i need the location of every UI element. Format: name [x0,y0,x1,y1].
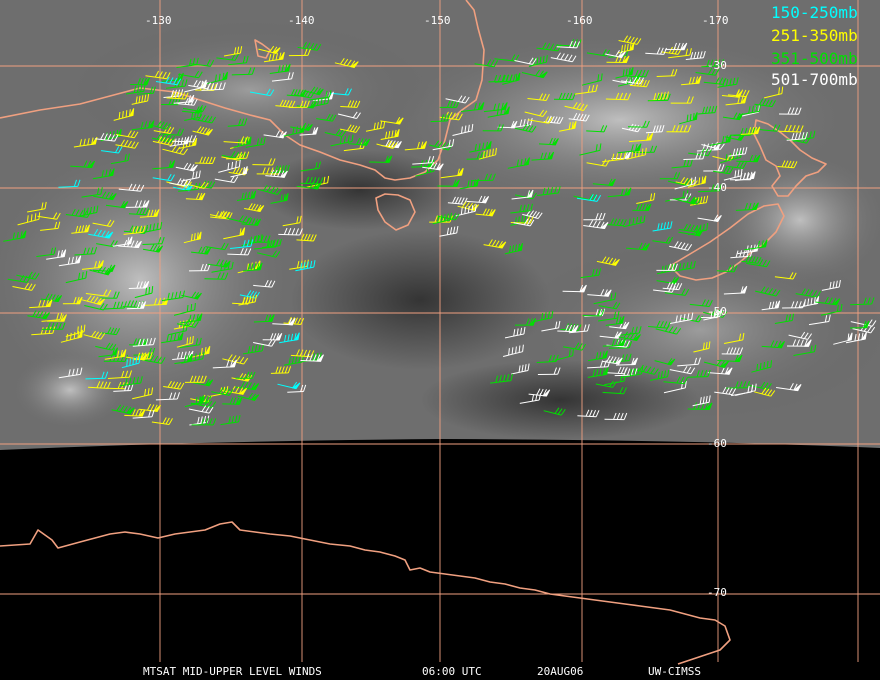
legend-251-350mb: 251-350mb [771,26,858,45]
lat-label-50: -50 [707,305,727,318]
lon-label-130: -130 [145,14,172,27]
legend-150-250mb: 150-250mb [771,3,858,22]
satellite-wind-map: -130 -140 -150 -160 -170 -30 -40 -50 -60… [0,0,880,680]
observation-date: 20AUG06 [537,665,584,678]
data-source: UW-CIMSS [648,665,701,678]
lat-label-60: -60 [707,437,727,450]
lon-label-150: -150 [424,14,451,27]
legend-351-500mb: 351-500mb [771,49,858,68]
lon-label-170: -170 [702,14,729,27]
antarctica-coastline [0,521,731,665]
lon-label-160: -160 [566,14,593,27]
lat-label-40: -40 [707,181,727,194]
lon-label-140: -140 [288,14,315,27]
lat-label-70: -70 [707,586,727,599]
lat-label-30: -30 [707,59,727,72]
observation-time: 06:00 UTC [422,665,482,678]
caption-bar: MTSAT MID-UPPER LEVEL WINDS 06:00 UTC 20… [0,665,880,680]
legend-501-700mb: 501-700mb [771,70,858,89]
map-canvas [0,0,880,665]
product-title: MTSAT MID-UPPER LEVEL WINDS [143,665,322,678]
